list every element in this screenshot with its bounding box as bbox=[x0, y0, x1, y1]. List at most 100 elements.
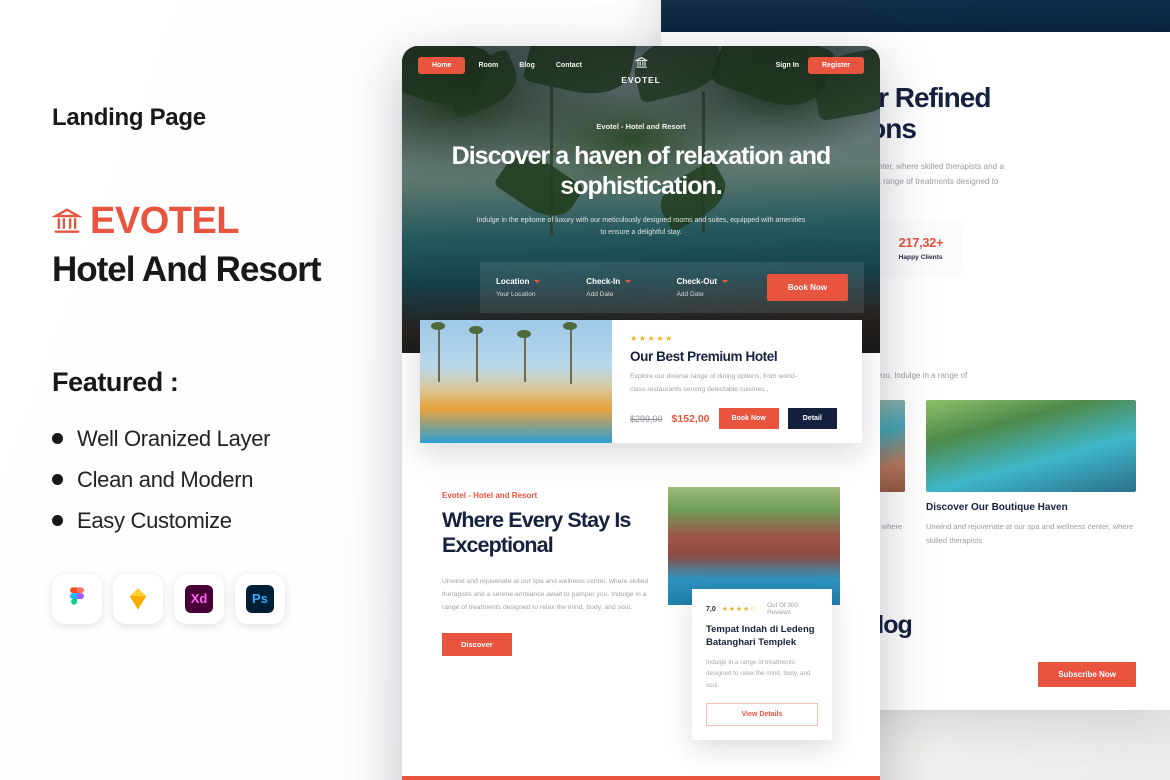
review-card: 7,0 ★★★★☆ Out Of 300 Reviews Tempat Inda… bbox=[692, 589, 832, 740]
stay-media: 7,0 ★★★★☆ Out Of 300 Reviews Tempat Inda… bbox=[668, 487, 840, 740]
price-discounted: $152,00 bbox=[671, 412, 710, 425]
card-detail-button[interactable]: Detail bbox=[787, 408, 837, 430]
field-label-row: Check-In bbox=[586, 277, 670, 286]
brand-lockup: EVOTEL bbox=[52, 202, 382, 240]
field-value: Your Location bbox=[496, 291, 536, 298]
booking-field-checkout[interactable]: Check-Out Add Date bbox=[677, 277, 761, 298]
hero-heading: Discover a haven of relaxation and sophi… bbox=[451, 142, 832, 200]
booking-field-checkin[interactable]: Check-In Add Date bbox=[586, 277, 670, 298]
register-button[interactable]: Register bbox=[807, 57, 864, 74]
review-title: Tempat Indah di Ledeng Batanghari Temple… bbox=[706, 624, 815, 648]
bullet-icon bbox=[52, 515, 63, 527]
presentation-stage: Landing Page EVOTEL Hotel And Resort Fea… bbox=[0, 0, 1170, 780]
blog-card-image bbox=[926, 400, 1136, 493]
feature-label: Easy Customize bbox=[77, 507, 232, 533]
palm-trunk-shape bbox=[476, 330, 478, 382]
field-label: Location bbox=[496, 277, 530, 286]
blog-card[interactable]: Discover Our Boutique Haven Unwind and r… bbox=[926, 400, 1136, 548]
stay-section: Evotel - Hotel and Resort Where Every St… bbox=[442, 487, 840, 740]
palm-trunk-shape bbox=[524, 334, 526, 382]
premium-card-title: Our Best Premium Hotel bbox=[630, 349, 778, 364]
left-info-panel: Landing Page EVOTEL Hotel And Resort Fea… bbox=[52, 104, 382, 624]
field-value: Add Date bbox=[676, 291, 704, 298]
book-now-button[interactable]: Book Now bbox=[766, 274, 848, 301]
bullet-icon bbox=[52, 474, 63, 486]
rating-stars: ★★★★☆ bbox=[721, 606, 758, 614]
nav-item-contact[interactable]: Contact bbox=[548, 57, 590, 74]
premium-hotel-card: ★★★★★ Our Best Premium Hotel Explore our… bbox=[420, 320, 862, 444]
hero-pool-shape bbox=[661, 0, 1170, 32]
list-item: Easy Customize bbox=[52, 508, 382, 534]
bullet-icon bbox=[52, 433, 63, 445]
list-item: Well Oranized Layer bbox=[52, 426, 382, 452]
hero-copy: Evotel - Hotel and Resort Discover a hav… bbox=[402, 122, 880, 240]
card-book-now-button[interactable]: Book Now bbox=[718, 408, 779, 430]
field-label-row: Check-Out bbox=[677, 277, 761, 286]
figma-icon bbox=[63, 585, 91, 613]
palm-canopy-shape bbox=[469, 326, 483, 334]
sketch-icon bbox=[124, 585, 152, 613]
sign-in-link[interactable]: Sign In bbox=[776, 62, 799, 69]
featured-heading: Featured : bbox=[52, 366, 179, 397]
blog-card-title: Discover Our Boutique Haven bbox=[926, 502, 1068, 514]
review-rating-row: 7,0 ★★★★☆ Out Of 300 Reviews bbox=[706, 602, 818, 616]
app-tile-photoshop: Ps bbox=[235, 573, 285, 624]
field-label: Check-In bbox=[586, 277, 621, 286]
app-tile-xd: Xd bbox=[174, 573, 224, 624]
adobe-xd-icon: Xd bbox=[185, 584, 213, 613]
premium-card-image bbox=[420, 320, 612, 444]
premium-card-actions: $299,00 $152,00 Book Now Detail bbox=[630, 408, 846, 430]
review-paragraph: Indulge in a range of treatments designe… bbox=[706, 658, 811, 690]
stat-item: 217,32+ Happy Clients bbox=[899, 235, 944, 261]
palm-canopy-shape bbox=[517, 330, 531, 338]
chevron-down-icon bbox=[534, 280, 541, 283]
nav-item-home[interactable]: Home bbox=[418, 57, 466, 74]
stay-image bbox=[668, 487, 840, 606]
field-value: Add Date bbox=[586, 291, 614, 298]
nav-item-room[interactable]: Room bbox=[470, 57, 506, 74]
stat-label: Happy Clients bbox=[898, 254, 943, 262]
stats-strip: 45,310+ Total Visitor 8,520+ Waiters 43,… bbox=[402, 775, 880, 780]
app-tile-figma bbox=[52, 573, 102, 624]
list-item: Clean and Modern bbox=[52, 467, 382, 493]
stat-number: 217,32+ bbox=[898, 235, 944, 251]
stay-copy: Evotel - Hotel and Resort Where Every St… bbox=[442, 487, 650, 740]
bank-icon bbox=[52, 206, 82, 236]
stay-kicker: Evotel - Hotel and Resort bbox=[442, 491, 538, 501]
palm-trunk-shape bbox=[570, 326, 572, 384]
feature-list: Well Oranized Layer Clean and Modern Eas… bbox=[52, 426, 382, 534]
hero-section: Home Room Blog Contact EVOTEL Sign In Re… bbox=[402, 46, 880, 353]
feature-label: Well Oranized Layer bbox=[77, 425, 271, 451]
review-score: 7,0 bbox=[706, 605, 716, 613]
app-tile-sketch bbox=[113, 573, 163, 624]
chevron-down-icon bbox=[722, 280, 729, 283]
front-mockup-page: Home Room Blog Contact EVOTEL Sign In Re… bbox=[402, 46, 880, 780]
nav-actions: Sign In Register bbox=[776, 57, 864, 74]
nav-item-blog[interactable]: Blog bbox=[511, 57, 543, 74]
price-original: $299,00 bbox=[630, 413, 663, 424]
hero-paragraph: Indulge in the epitome of luxury with ou… bbox=[476, 217, 806, 237]
stay-heading: Where Every Stay Is Exceptional bbox=[442, 508, 631, 558]
palm-canopy-shape bbox=[431, 322, 445, 330]
rating-stars: ★★★★★ bbox=[630, 334, 674, 343]
view-details-button[interactable]: View Details bbox=[706, 702, 818, 726]
brand-subtitle: Hotel And Resort bbox=[52, 250, 322, 289]
booking-field-location[interactable]: Location Your Location bbox=[496, 277, 580, 298]
premium-card-paragraph: Explore our diverse range of dining opti… bbox=[630, 373, 797, 393]
palm-canopy-shape bbox=[563, 322, 577, 330]
palm-trunk-shape bbox=[438, 326, 440, 382]
right-hero-photo bbox=[661, 0, 1170, 32]
field-label-row: Location bbox=[496, 277, 580, 286]
photoshop-icon: Ps bbox=[246, 584, 274, 613]
subscribe-now-button[interactable]: Subscribe Now bbox=[1038, 662, 1136, 688]
blog-card-paragraph: Unwind and rejuvenate at our spa and wel… bbox=[926, 522, 1134, 546]
field-label: Check-Out bbox=[676, 277, 718, 286]
app-badge-row: Xd Ps bbox=[52, 573, 382, 624]
premium-card-body: ★★★★★ Our Best Premium Hotel Explore our… bbox=[612, 320, 862, 443]
discover-button[interactable]: Discover bbox=[442, 632, 512, 656]
main-navbar: Home Room Blog Contact EVOTEL Sign In Re… bbox=[402, 46, 880, 85]
review-count: Out Of 300 Reviews bbox=[767, 602, 798, 617]
hero-kicker: Evotel - Hotel and Resort bbox=[596, 122, 686, 131]
feature-label: Clean and Modern bbox=[77, 466, 254, 492]
booking-bar: Location Your Location Check-In Add Date… bbox=[480, 262, 864, 313]
